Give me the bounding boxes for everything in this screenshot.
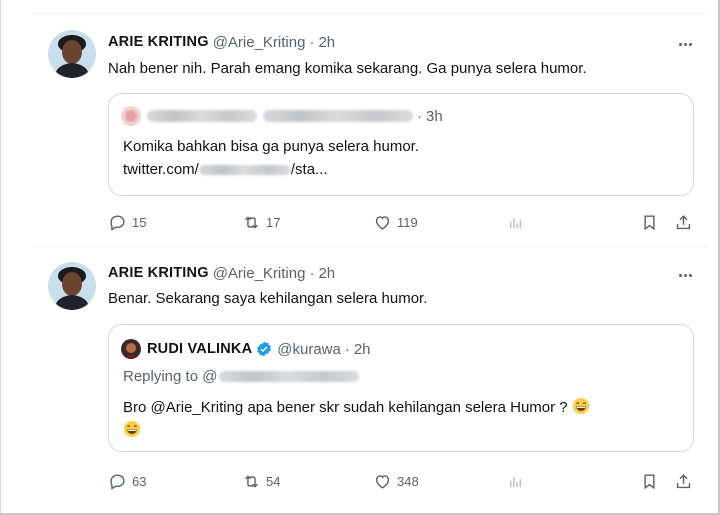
like-button[interactable]: 348 (373, 471, 419, 491)
tweet-2[interactable]: ARIE KRITING @Arie_Kriting · 2h Benar. S… (32, 247, 708, 507)
quoted-tweet[interactable]: RUDI VALINKA @kurawa · 2h Replying to @ … (108, 324, 694, 452)
quoted-text: Bro @Arie_Kriting apa bener skr sudah ke… (123, 399, 568, 416)
replying-to: Replying to @ (123, 368, 360, 385)
author-name[interactable]: ARIE KRITING (108, 34, 209, 50)
grinning-emoji-icon (572, 397, 589, 415)
quoted-link-prefix: twitter.com/ (123, 161, 199, 178)
bookmark-button[interactable] (640, 212, 664, 232)
quoted-author-handle[interactable]: @kurawa (277, 341, 341, 358)
verified-badge-icon (257, 341, 272, 357)
tweet-timestamp[interactable]: 2h (318, 265, 335, 282)
tweet-header: ARIE KRITING @Arie_Kriting · 2h (108, 262, 335, 284)
more-options-button[interactable] (674, 267, 696, 283)
quoted-tweet-header: RUDI VALINKA @kurawa · 2h (121, 339, 371, 359)
reply-count: 15 (132, 214, 147, 230)
quoted-text-line-1: Komika bahkan bisa ga punya selera humor… (123, 138, 420, 155)
views-icon (510, 476, 521, 487)
share-button[interactable] (674, 471, 698, 491)
reply-icon (110, 473, 125, 490)
redacted-link-part (198, 164, 291, 175)
like-count: 348 (397, 473, 419, 489)
quoted-text-line-2 (123, 420, 141, 439)
quoted-author-name[interactable]: RUDI VALINKA (147, 341, 252, 357)
grinning-emoji-icon (123, 420, 141, 438)
redacted-author-name (147, 110, 257, 122)
quoted-timestamp[interactable]: 3h (426, 108, 443, 125)
quoted-link[interactable]: twitter.com/ /sta... (123, 161, 328, 178)
retweet-button[interactable]: 54 (242, 471, 280, 491)
quoted-text-line-1: Bro @Arie_Kriting apa bener skr sudah ke… (123, 397, 590, 416)
views-icon (510, 217, 521, 228)
separator-dot: · (417, 107, 422, 125)
bookmark-icon (644, 473, 655, 489)
author-handle[interactable]: @Arie_Kriting (213, 34, 306, 51)
tweet-1[interactable]: ARIE KRITING @Arie_Kriting · 2h Nah bene… (32, 14, 708, 246)
separator-dot: · (309, 33, 315, 51)
views-button[interactable] (506, 212, 530, 232)
quoted-author-avatar[interactable] (121, 106, 141, 126)
share-icon (676, 214, 691, 229)
more-icon (678, 273, 682, 277)
tweet-actions: 63 54 348 (108, 471, 696, 491)
more-options-button[interactable] (674, 36, 696, 52)
separator-dot: · (344, 340, 350, 358)
retweet-icon (245, 474, 258, 488)
tweet-header: ARIE KRITING @Arie_Kriting · 2h (108, 31, 335, 53)
quoted-timestamp[interactable]: 2h (354, 341, 371, 358)
retweet-count: 17 (266, 214, 281, 230)
like-count: 119 (397, 214, 418, 230)
retweet-icon (245, 215, 258, 229)
bookmark-icon (644, 214, 655, 230)
quoted-tweet-header: · 3h (121, 106, 443, 126)
redacted-author-handle (263, 110, 413, 122)
like-icon (375, 474, 390, 489)
quoted-author-avatar[interactable] (121, 339, 141, 359)
author-name[interactable]: ARIE KRITING (108, 265, 209, 281)
retweet-button[interactable]: 17 (242, 212, 280, 232)
views-button[interactable] (506, 471, 530, 491)
reply-count: 63 (132, 473, 147, 489)
separator-dot: · (309, 264, 315, 282)
tweet-text: Nah bener nih. Parah emang komika sekara… (108, 60, 587, 77)
retweet-count: 54 (266, 473, 281, 489)
author-avatar[interactable] (48, 30, 96, 78)
like-icon (375, 215, 390, 230)
reply-icon (110, 214, 125, 231)
replying-to-label: Replying to @ (123, 368, 218, 385)
quoted-link-suffix: /sta... (290, 161, 328, 178)
share-button[interactable] (674, 212, 698, 232)
more-icon (678, 42, 682, 46)
tweet-text: Benar. Sekarang saya kehilangan selera h… (108, 290, 428, 307)
tweet-actions: 15 17 119 (108, 212, 696, 232)
author-handle[interactable]: @Arie_Kriting (213, 265, 306, 282)
like-button[interactable]: 119 (373, 212, 418, 232)
author-avatar[interactable] (48, 262, 96, 310)
quoted-tweet[interactable]: · 3h Komika bahkan bisa ga punya selera … (108, 93, 694, 196)
reply-button[interactable]: 15 (108, 212, 146, 232)
tweet-timestamp[interactable]: 2h (318, 34, 335, 51)
bookmark-button[interactable] (640, 471, 664, 491)
reply-button[interactable]: 63 (108, 471, 146, 491)
redacted-reply-handle (219, 371, 360, 382)
share-icon (676, 473, 691, 488)
